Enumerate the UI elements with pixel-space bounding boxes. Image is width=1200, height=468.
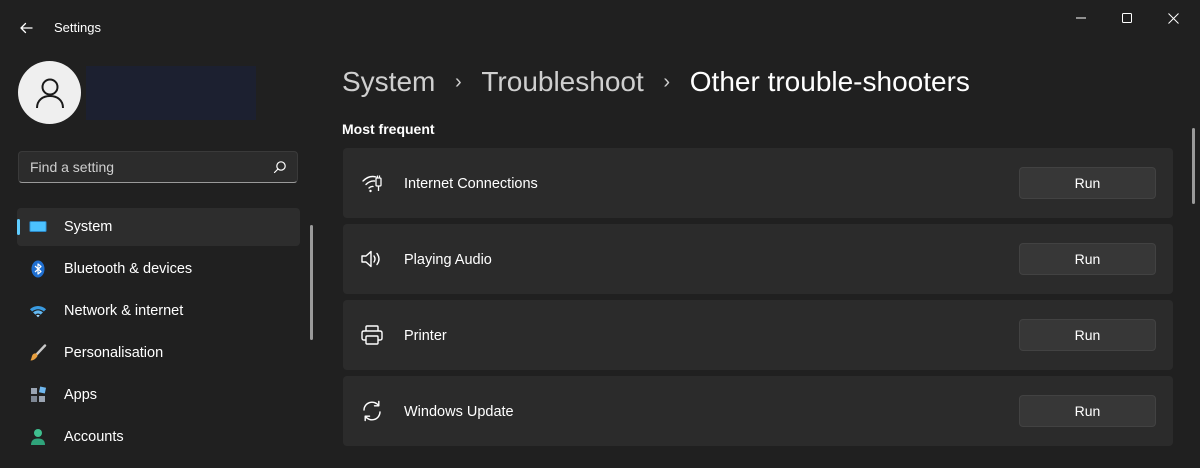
troubleshooter-internet-connections: Internet Connections Run (343, 148, 1173, 218)
redacted-user-info (86, 66, 256, 120)
search-input[interactable] (19, 152, 259, 182)
breadcrumb-system[interactable]: System (342, 66, 435, 98)
sidebar-item-label: Bluetooth & devices (64, 261, 193, 277)
sync-icon (360, 399, 384, 423)
wifi-icon (29, 302, 47, 320)
system-monitor-icon (29, 218, 47, 236)
sidebar-item-label: System (64, 219, 113, 235)
troubleshooter-label: Internet Connections (404, 176, 538, 192)
sidebar-item-personalisation[interactable]: Personalisation (17, 334, 300, 372)
sidebar-item-label: Apps (64, 387, 98, 403)
run-windows-update-button[interactable]: Run (1019, 395, 1156, 427)
user-avatar-icon (35, 78, 64, 108)
troubleshooter-label: Playing Audio (404, 252, 492, 268)
sidebar-item-network[interactable]: Network & internet (17, 292, 300, 330)
back-arrow-icon (20, 22, 33, 34)
sidebar-item-label: Accounts (64, 429, 124, 445)
title-bar: Settings (0, 0, 1200, 48)
main-scrollbar[interactable] (1192, 128, 1195, 204)
run-printer-button[interactable]: Run (1019, 319, 1156, 351)
sidebar-item-label: Personalisation (64, 345, 164, 361)
bluetooth-icon (29, 260, 47, 278)
sidebar-nav: System Bluetooth & devices Network & int… (17, 208, 300, 460)
search-icon[interactable] (273, 160, 287, 174)
back-button[interactable] (12, 14, 40, 42)
wifi-signal-icon (360, 171, 384, 195)
minimize-button[interactable] (1058, 6, 1104, 30)
breadcrumb-separator: › (455, 70, 462, 93)
sidebar-item-bluetooth[interactable]: Bluetooth & devices (17, 250, 300, 288)
sidebar-scrollbar[interactable] (310, 225, 313, 340)
sidebar-item-accounts[interactable]: Accounts (17, 418, 300, 456)
search-box[interactable] (18, 151, 298, 183)
section-title: Most frequent (342, 121, 435, 137)
run-internet-connections-button[interactable]: Run (1019, 167, 1156, 199)
avatar[interactable] (18, 61, 81, 124)
apps-icon (29, 386, 47, 404)
paintbrush-icon (29, 344, 47, 362)
sidebar-item-label: Network & internet (64, 303, 184, 319)
app-title: Settings (54, 20, 101, 35)
printer-icon (360, 323, 384, 347)
maximize-button[interactable] (1104, 6, 1150, 30)
close-icon (1167, 12, 1179, 24)
troubleshooter-label: Printer (404, 328, 447, 344)
sidebar-item-system[interactable]: System (17, 208, 300, 246)
troubleshooter-list: Internet Connections Run Playing Audio R… (343, 148, 1173, 452)
troubleshooter-label: Windows Update (404, 404, 514, 420)
breadcrumb-troubleshoot[interactable]: Troubleshoot (481, 66, 643, 98)
troubleshooter-printer: Printer Run (343, 300, 1173, 370)
close-button[interactable] (1150, 6, 1196, 30)
minimize-icon (1076, 17, 1086, 19)
run-playing-audio-button[interactable]: Run (1019, 243, 1156, 275)
sidebar-item-apps[interactable]: Apps (17, 376, 300, 414)
breadcrumb: System › Troubleshoot › Other trouble-sh… (342, 62, 970, 102)
maximize-icon (1122, 13, 1132, 23)
troubleshooter-playing-audio: Playing Audio Run (343, 224, 1173, 294)
breadcrumb-separator: › (663, 70, 671, 93)
page-title: Other trouble-shooters (689, 66, 970, 97)
troubleshooter-windows-update: Windows Update Run (343, 376, 1173, 446)
speaker-icon (360, 247, 384, 271)
settings-window: Settings Find a setting System Bluetooth… (0, 0, 1200, 468)
person-icon (29, 428, 47, 446)
